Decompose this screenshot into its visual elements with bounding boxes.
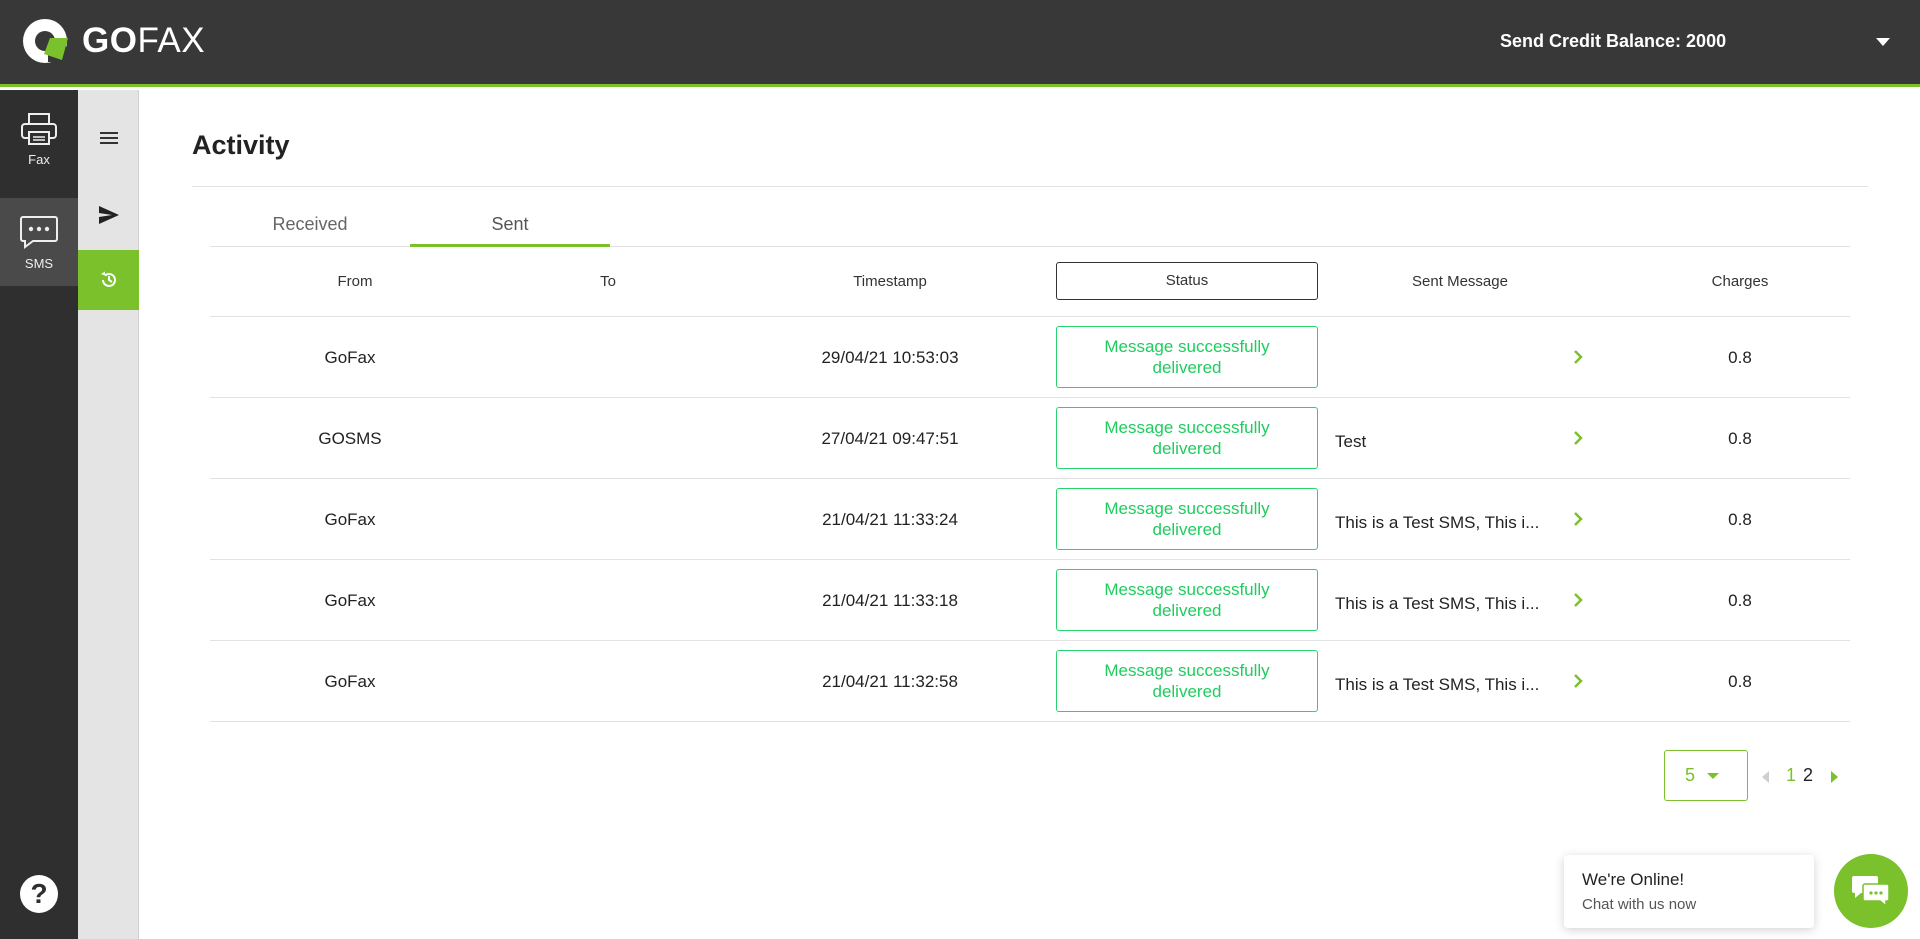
top-bar: GOFAX Send Credit Balance: 2000 bbox=[0, 0, 1920, 87]
sidebar-item-fax[interactable]: Fax bbox=[0, 95, 78, 183]
history-icon[interactable] bbox=[78, 250, 139, 310]
primary-sidebar: Fax SMS ? bbox=[0, 90, 78, 939]
table-row[interactable]: GoFax 21/04/21 11:33:18 Message successf… bbox=[210, 560, 1850, 641]
logo-icon bbox=[23, 19, 68, 63]
prev-page-icon[interactable] bbox=[1762, 771, 1769, 783]
next-page-icon[interactable] bbox=[1831, 771, 1838, 783]
logo-wordmark: GOFAX bbox=[82, 21, 206, 60]
menu-icon[interactable] bbox=[78, 108, 139, 168]
header-charges[interactable]: Charges bbox=[1690, 247, 1790, 317]
timestamp-cell: 21/04/21 11:33:18 bbox=[822, 591, 958, 610]
send-icon[interactable] bbox=[78, 185, 139, 245]
from-cell: GoFax bbox=[324, 348, 376, 367]
status-badge: Message successfully delivered bbox=[1056, 488, 1318, 550]
charges-cell: 0.8 bbox=[1728, 591, 1752, 610]
header-timestamp[interactable]: Timestamp bbox=[830, 247, 950, 317]
chevron-right-icon[interactable] bbox=[1568, 509, 1588, 529]
chevron-right-icon[interactable] bbox=[1568, 347, 1588, 367]
timestamp-cell: 29/04/21 10:53:03 bbox=[821, 348, 959, 367]
tab-bar: Received Sent bbox=[210, 202, 1850, 247]
tab-sent[interactable]: Sent bbox=[410, 202, 610, 247]
charges-cell: 0.8 bbox=[1728, 429, 1752, 448]
chevron-right-icon[interactable] bbox=[1568, 590, 1588, 610]
secondary-sidebar bbox=[78, 90, 139, 939]
timestamp-cell: 21/04/21 11:33:24 bbox=[822, 510, 958, 529]
header-to[interactable]: To bbox=[578, 247, 638, 317]
status-badge: Message successfully delivered bbox=[1056, 326, 1318, 388]
caret-down-icon bbox=[1707, 772, 1720, 779]
tab-received[interactable]: Received bbox=[210, 202, 410, 247]
table-row[interactable]: GoFax 21/04/21 11:33:24 Message successf… bbox=[210, 479, 1850, 560]
chat-launcher-button[interactable] bbox=[1834, 854, 1908, 928]
chat-popup[interactable]: We're Online! Chat with us now bbox=[1564, 855, 1814, 928]
message-cell: This is a Test SMS, This i... bbox=[1335, 513, 1540, 532]
timestamp-cell: 27/04/21 09:47:51 bbox=[821, 429, 959, 448]
from-cell: GOSMS bbox=[318, 429, 382, 448]
printer-icon bbox=[21, 112, 57, 145]
page-title: Activity bbox=[192, 130, 290, 160]
chevron-right-icon[interactable] bbox=[1568, 428, 1588, 448]
timestamp-cell: 21/04/21 11:32:58 bbox=[822, 672, 958, 691]
charges-cell: 0.8 bbox=[1728, 672, 1752, 691]
chevron-right-icon[interactable] bbox=[1568, 671, 1588, 691]
chat-subtitle: Chat with us now bbox=[1582, 896, 1697, 913]
status-badge: Message successfully delivered bbox=[1056, 650, 1318, 712]
sidebar-item-label: SMS bbox=[24, 255, 54, 271]
table-row[interactable]: GoFax 29/04/21 10:53:03 Message successf… bbox=[210, 317, 1850, 398]
help-icon[interactable]: ? bbox=[20, 875, 58, 913]
page-size-value: 5 bbox=[1685, 765, 1696, 785]
page-size-select[interactable]: 5 bbox=[1664, 750, 1748, 801]
charges-cell: 0.8 bbox=[1728, 348, 1752, 367]
header-sent-message[interactable]: Sent Message bbox=[1390, 247, 1530, 317]
table-row[interactable]: GoFax 21/04/21 11:32:58 Message successf… bbox=[210, 641, 1850, 722]
message-cell: This is a Test SMS, This i... bbox=[1335, 675, 1540, 694]
message-cell: This is a Test SMS, This i... bbox=[1335, 594, 1540, 613]
from-cell: GoFax bbox=[324, 591, 376, 610]
sidebar-item-sms[interactable]: SMS bbox=[0, 198, 78, 286]
chevron-down-icon[interactable] bbox=[1876, 38, 1890, 46]
credit-balance: Send Credit Balance: 2000 bbox=[1500, 31, 1727, 51]
activity-table: From To Timestamp Status Sent Message Ch… bbox=[210, 247, 1850, 722]
from-cell: GoFax bbox=[324, 672, 376, 691]
gofax-logo[interactable]: GOFAX bbox=[20, 16, 205, 66]
sidebar-item-label: Fax bbox=[28, 151, 50, 167]
message-cell: Test bbox=[1335, 432, 1367, 451]
charges-cell: 0.8 bbox=[1728, 510, 1752, 529]
header-status[interactable]: Status bbox=[1056, 262, 1318, 300]
chat-bubble-icon bbox=[20, 215, 58, 249]
table-header: From To Timestamp Status Sent Message Ch… bbox=[210, 247, 1850, 317]
chat-icon bbox=[1852, 876, 1890, 908]
status-badge: Message successfully delivered bbox=[1056, 407, 1318, 469]
from-cell: GoFax bbox=[324, 510, 376, 529]
chat-title: We're Online! bbox=[1582, 870, 1685, 889]
page-link-2[interactable]: 2 bbox=[1803, 765, 1813, 786]
status-badge: Message successfully delivered bbox=[1056, 569, 1318, 631]
page-link-1[interactable]: 1 bbox=[1786, 765, 1796, 786]
header-from[interactable]: From bbox=[310, 247, 400, 317]
table-row[interactable]: GOSMS 27/04/21 09:47:51 Message successf… bbox=[210, 398, 1850, 479]
divider bbox=[192, 186, 1868, 187]
